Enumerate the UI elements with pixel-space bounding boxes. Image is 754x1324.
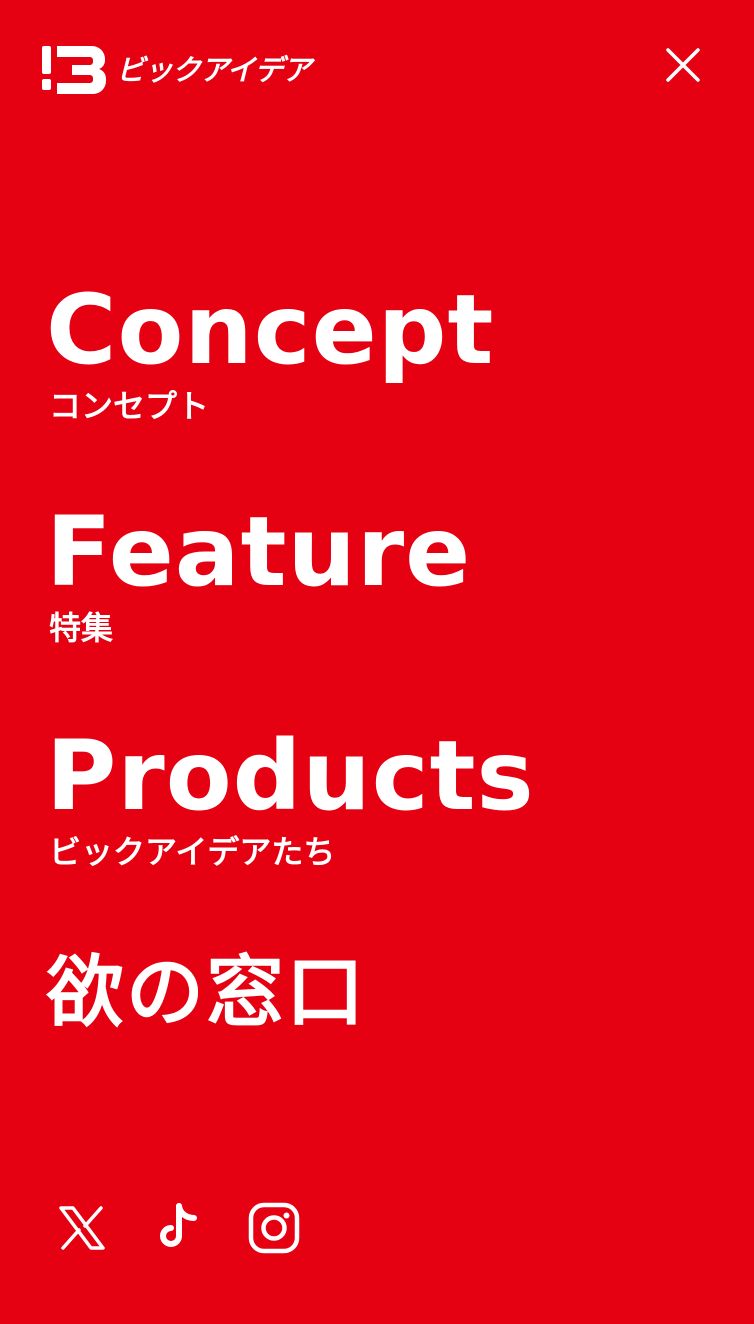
x-link[interactable] — [56, 1200, 108, 1256]
brand-name: ビックアイデア — [116, 52, 312, 87]
nav-item-yoku-no-madoguchi[interactable]: 欲の窓口 — [46, 954, 366, 1032]
nav-item-title: Feature — [46, 496, 472, 608]
instagram-link[interactable] — [248, 1200, 300, 1256]
nav-item-concept[interactable]: Concept コンセプト — [46, 282, 494, 422]
instagram-icon — [248, 1202, 300, 1254]
social-links — [56, 1200, 300, 1256]
nav-item-subtitle: 特集 — [49, 609, 114, 647]
nav-item-title: 欲の窓口 — [46, 948, 367, 1038]
close-icon — [666, 48, 700, 82]
nav-item-subtitle: コンセプト — [49, 387, 210, 425]
nav-item-title: Products — [46, 720, 535, 832]
tiktok-link[interactable] — [152, 1200, 204, 1256]
nav-item-feature[interactable]: Feature 特集 — [46, 504, 471, 644]
tiktok-icon — [160, 1203, 197, 1247]
x-icon — [59, 1206, 105, 1250]
close-button[interactable] — [660, 42, 706, 88]
nav-item-subtitle: ビックアイデアたち — [49, 833, 336, 871]
nav-item-title: Concept — [46, 274, 495, 386]
nav-item-products[interactable]: Products ビックアイデアたち — [46, 728, 535, 868]
logo-link[interactable]: ビックアイデア — [42, 46, 312, 94]
logo-mark-icon — [42, 46, 106, 94]
